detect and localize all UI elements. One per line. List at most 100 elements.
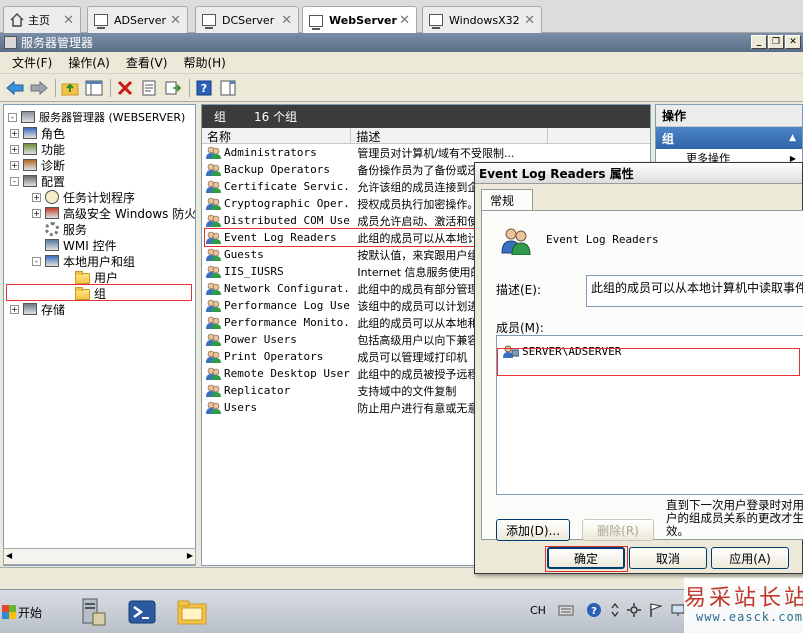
watermark-site-name: 易采站长站 [684,586,803,611]
help-circle-icon[interactable]: ? [586,602,602,618]
watermark-url: www.easck.com [696,610,803,624]
tree-node[interactable]: + 存储 [10,301,65,317]
tab-adserver[interactable]: ADServer ✕ [87,6,188,33]
expand-icon[interactable]: + [32,208,41,218]
taskbar-explorer[interactable] [174,594,210,630]
tab-windowsx32[interactable]: WindowsX32 ✕ [422,6,542,33]
group-icon [206,384,221,397]
group-icon [206,214,221,227]
properties-icon [142,80,156,95]
up-level-button[interactable] [59,77,81,99]
start-button[interactable]: 开始 [2,600,48,624]
export-list-button[interactable] [162,77,184,99]
apply-button[interactable]: 应用(A) [711,547,789,569]
collapse-icon[interactable]: - [8,112,17,122]
back-button[interactable] [4,77,26,99]
tree-node[interactable]: + 功能 [10,141,65,157]
remove-member-button[interactable]: 删除(R) [582,519,654,541]
wmi-icon [45,239,59,251]
tree-node[interactable]: + 任务计划程序 [32,189,135,205]
add-member-button[interactable]: 添加(D)... [496,519,570,541]
group-icon [206,248,221,261]
tree-node[interactable]: 用户 [62,269,118,285]
minimize-button[interactable]: _ [751,35,767,49]
restore-button[interactable]: ❐ [768,35,784,49]
console-tree-icon [85,80,103,95]
keyboard-icon[interactable] [558,602,574,618]
forward-button[interactable] [28,77,50,99]
collapse-icon[interactable]: - [10,176,19,186]
input-language-indicator[interactable]: CH [530,604,546,617]
tree-node[interactable]: WMI 控件 [32,237,117,253]
group-icon [206,163,221,176]
taskbar-server-manager[interactable] [74,594,110,630]
menu-action[interactable]: 操作(A) [60,54,118,71]
taskbar-powershell[interactable] [124,594,160,630]
powershell-icon [128,600,156,624]
tree-node[interactable]: - 配置 [10,173,65,189]
tree-node[interactable]: - 本地用户和组 [32,253,135,269]
group-users-icon [501,228,531,255]
scroll-left-icon[interactable]: ◀ [6,551,12,560]
column-empty [548,128,650,144]
delete-button[interactable] [114,77,136,99]
toolbar: ? [0,74,803,102]
expand-icon[interactable]: + [10,304,19,314]
group-name-cell: Performance Monito... [202,316,351,329]
collapse-icon[interactable]: - [32,256,41,266]
group-icon [206,180,221,193]
close-icon[interactable]: ✕ [399,13,410,28]
close-button[interactable]: ✕ [785,35,801,49]
group-icon [206,299,221,312]
tree-node-label: 配置 [41,174,66,189]
settings-icon[interactable] [626,602,642,618]
column-name[interactable]: 名称 [202,128,352,144]
tab-dcserver[interactable]: DCServer ✕ [195,6,299,33]
action-center-flag-icon[interactable] [648,602,664,618]
action-pane-button[interactable] [217,77,239,99]
expand-icon[interactable]: + [10,160,19,170]
tree-node-label: 角色 [41,126,66,141]
column-header: 名称 描述 [202,128,650,144]
collapse-up-icon[interactable]: ▲ [789,133,796,143]
menu-view[interactable]: 查看(V) [118,54,176,71]
tab-home[interactable]: 主页 ✕ [3,6,81,33]
description-input[interactable]: 此组的成员可以从本地计算机中读取事件日志 [586,275,803,307]
tree-node[interactable]: + 高级安全 Windows 防火墙 [32,205,195,221]
table-row[interactable]: Administrators 管理员对计算机/域有不受限制... [202,144,650,161]
properties-button[interactable] [138,77,160,99]
tree-node[interactable]: + 诊断 [10,157,65,173]
tray-scroll-icon[interactable] [610,602,620,618]
members-list[interactable]: SERVER\ADSERVER [496,335,803,495]
menu-file[interactable]: 文件(F) [4,54,60,71]
tab-webserver[interactable]: WebServer ✕ [302,6,417,34]
group-name: Power Users [224,333,297,346]
expand-icon[interactable]: + [10,144,19,154]
features-icon [23,143,37,155]
group-name-cell: Users [202,401,351,414]
scroll-right-icon[interactable]: ▶ [187,551,193,560]
help-button[interactable]: ? [193,77,215,99]
close-icon[interactable]: ✕ [63,13,74,28]
close-icon[interactable]: ✕ [524,13,535,28]
close-icon[interactable]: ✕ [170,13,181,28]
tree-node[interactable]: 服务 [32,221,87,237]
group-icon [206,367,221,380]
group-name: Users [224,401,258,414]
users-icon [45,255,59,267]
show-hide-tree-button[interactable] [83,77,105,99]
tree-node[interactable]: + 角色 [10,125,65,141]
actions-group-header[interactable]: 组 ▲ [656,127,802,149]
column-description[interactable]: 描述 [351,128,549,144]
menu-help[interactable]: 帮助(H) [175,54,233,71]
cancel-button[interactable]: 取消 [629,547,707,569]
close-icon[interactable]: ✕ [281,13,292,28]
tree-node-label: 服务 [63,222,88,237]
expand-icon[interactable]: + [10,128,19,138]
expand-icon[interactable]: + [32,192,41,202]
tree-node[interactable]: - 服务器管理器 (WEBSERVER) [8,109,185,125]
tree-horizontal-scrollbar[interactable]: ◀ ▶ [3,548,196,565]
watermark: 易采站长站 www.easck.com [684,578,803,633]
list-title: 组 [214,110,227,124]
tab-general[interactable]: 常规 [481,189,533,211]
